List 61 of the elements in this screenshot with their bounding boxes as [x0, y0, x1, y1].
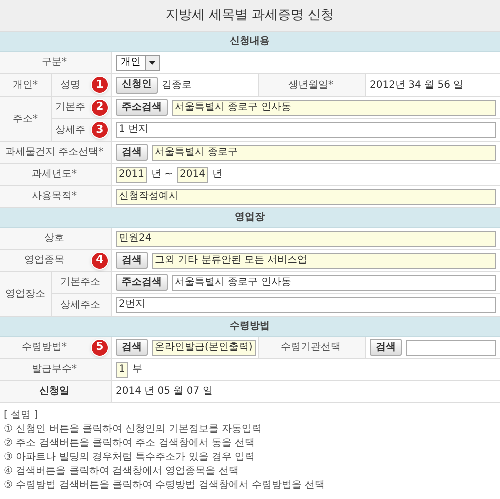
value-text: 2012년 34 월 56 일	[370, 78, 464, 92]
input-field[interactable]: 온라인발급(본인출력)	[152, 340, 256, 356]
input-field[interactable]: 서울특별시 종로구 인사동	[172, 274, 496, 290]
note-text: ④ 검색버튼을 클릭하여 검색창에서 영업종목을 선택	[4, 465, 240, 479]
field-label: 생년월일*	[288, 78, 334, 92]
type-select[interactable]: 개인	[116, 54, 160, 70]
step-number-badge: 1	[91, 76, 109, 94]
search-button[interactable]: 검색	[370, 339, 402, 356]
field-label: 상세주소	[60, 298, 100, 312]
search-button[interactable]: 주소검색	[116, 99, 168, 116]
field-label: 신청일	[40, 385, 70, 399]
field-label: 영업종목	[24, 254, 64, 268]
value-text: 2014 년 05 월 07 일	[116, 385, 213, 399]
field-label: 사용목적*	[32, 190, 77, 204]
note-text: ③ 아파트나 빌딩의 경우처럼 특수주소가 있을 경우 입력	[4, 451, 256, 465]
field-label: 개인*	[13, 78, 38, 92]
input-field[interactable]: 서울특별시 종로구 인사동	[172, 100, 496, 116]
input-field[interactable]: 서울특별시 종로구	[152, 144, 496, 160]
input-field[interactable]	[406, 340, 496, 356]
search-button[interactable]: 검색	[116, 144, 148, 161]
input-field[interactable]: 1	[116, 362, 128, 378]
search-button[interactable]: 검색	[116, 252, 148, 269]
field-label: 수령방법*	[22, 341, 67, 355]
input-field[interactable]: 2014	[177, 166, 208, 182]
search-button[interactable]: 주소검색	[116, 274, 168, 291]
field-label: 주소*	[13, 112, 38, 126]
field-label: 성명	[60, 78, 80, 92]
note-text: ① 신청인 버튼을 클릭하여 신청인의 기본정보를 자동입력	[4, 423, 264, 437]
section-header: 영업장	[0, 208, 500, 228]
input-field[interactable]: 1 번지	[116, 122, 496, 138]
search-button[interactable]: 신청인	[116, 76, 158, 94]
value-text: 년 ~	[151, 168, 174, 182]
input-field[interactable]: 2번지	[116, 297, 496, 313]
step-number-badge: 4	[91, 252, 109, 270]
field-label: 상세주	[56, 124, 86, 138]
value-text: 김종로	[162, 78, 192, 92]
field-label: 과세년도*	[32, 168, 77, 182]
input-field[interactable]: 2011	[116, 166, 148, 182]
input-field[interactable]: 신청작성예시	[116, 188, 496, 204]
field-label: 과세물건지 주소선택*	[5, 146, 104, 160]
field-label: 기본주	[56, 101, 86, 115]
section-header: 수령방법	[0, 317, 500, 337]
field-label: 기본주소	[60, 276, 100, 290]
field-label: 영업장소	[6, 288, 46, 302]
search-button[interactable]: 검색	[116, 339, 148, 356]
step-number-badge: 3	[91, 121, 109, 139]
note-text: ⑤ 수령방법 검색버튼을 클릭하여 수령방법 검색창에서 수령방법을 선택	[4, 479, 326, 493]
notes-heading: [ 설명 ]	[4, 409, 40, 423]
page-title: 지방세 세목별 과세증명 신청	[166, 6, 334, 25]
input-field[interactable]: 민원24	[116, 230, 496, 246]
value-text: 년	[212, 168, 222, 182]
field-label: 상호	[44, 232, 64, 246]
note-text: ② 주소 검색버튼을 클릭하여 주소 검색창에서 동을 선택	[4, 437, 256, 451]
section-header: 신청내용	[0, 32, 500, 52]
field-label: 구분*	[42, 56, 67, 70]
field-label: 발급부수*	[32, 363, 77, 377]
input-field[interactable]: 그외 기타 분류안된 모든 서비스업	[152, 252, 496, 268]
value-text: 부	[132, 363, 142, 377]
field-label: 수령기관선택	[281, 341, 341, 355]
step-number-badge: 5	[91, 338, 109, 356]
step-number-badge: 2	[91, 98, 109, 116]
